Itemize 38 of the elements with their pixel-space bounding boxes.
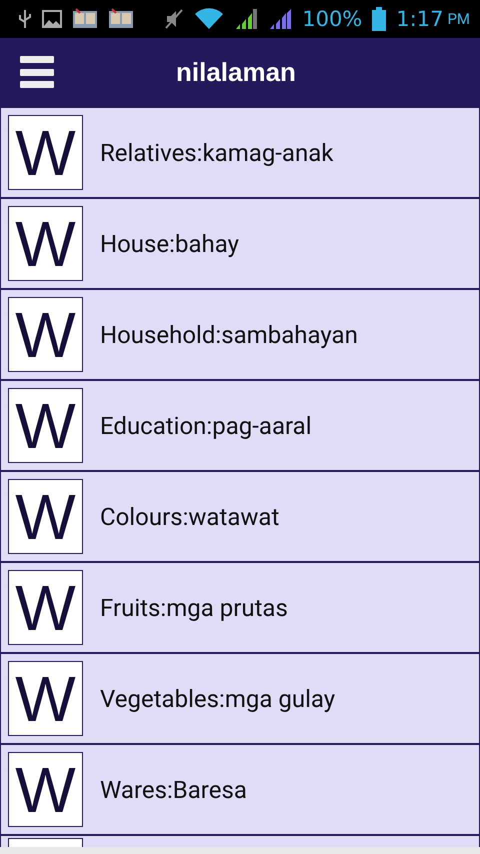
list-item[interactable]: W Colours:watawat: [0, 472, 480, 563]
list-item[interactable]: W Vegetables:mga gulay: [0, 654, 480, 745]
item-label: Vegetables:mga gulay: [100, 684, 336, 712]
list-item[interactable]: W Wares:Baresa: [0, 745, 480, 836]
signal-icon: [234, 8, 258, 30]
book-icon: [72, 8, 98, 30]
letter-thumbnail: W: [8, 479, 83, 554]
item-label: Wares:Baresa: [100, 776, 247, 804]
mute-icon: [164, 8, 184, 30]
letter-thumbnail: W: [8, 752, 83, 827]
letter-thumbnail: W: [8, 115, 83, 190]
usb-icon: [18, 9, 32, 29]
wifi-icon: [194, 8, 224, 30]
item-label: Colours:watawat: [100, 502, 280, 530]
app-title: nilalaman: [176, 56, 296, 88]
book-icon: [108, 8, 134, 30]
letter-thumbnail: W: [8, 570, 83, 645]
letter-thumbnail: W: [8, 388, 83, 463]
item-label: Fruits:mga prutas: [100, 594, 288, 622]
list-item[interactable]: W Relatives:kamag-anak: [0, 108, 480, 199]
list-item[interactable]: W House:bahay: [0, 199, 480, 290]
image-icon: [42, 10, 62, 28]
list-item[interactable]: W Household:sambahayan: [0, 290, 480, 381]
list-item[interactable]: W Fruits:mga prutas: [0, 563, 480, 654]
letter-thumbnail: W: [8, 297, 83, 372]
clock-meridiem: PM: [447, 10, 470, 28]
list-item[interactable]: W Education:pag-aaral: [0, 381, 480, 472]
menu-icon[interactable]: [20, 56, 54, 88]
item-label: Relatives:kamag-anak: [100, 138, 334, 166]
signal-icon: [268, 8, 292, 30]
clock-time: 1:17: [396, 7, 444, 31]
battery-icon: [372, 7, 386, 31]
letter-thumbnail: W: [8, 661, 83, 736]
item-label: Education:pag-aaral: [100, 412, 312, 440]
letter-thumbnail: W: [8, 206, 83, 281]
item-label: House:bahay: [100, 230, 239, 258]
item-label: Household:sambahayan: [100, 320, 358, 348]
battery-percent: 100%: [302, 7, 362, 31]
